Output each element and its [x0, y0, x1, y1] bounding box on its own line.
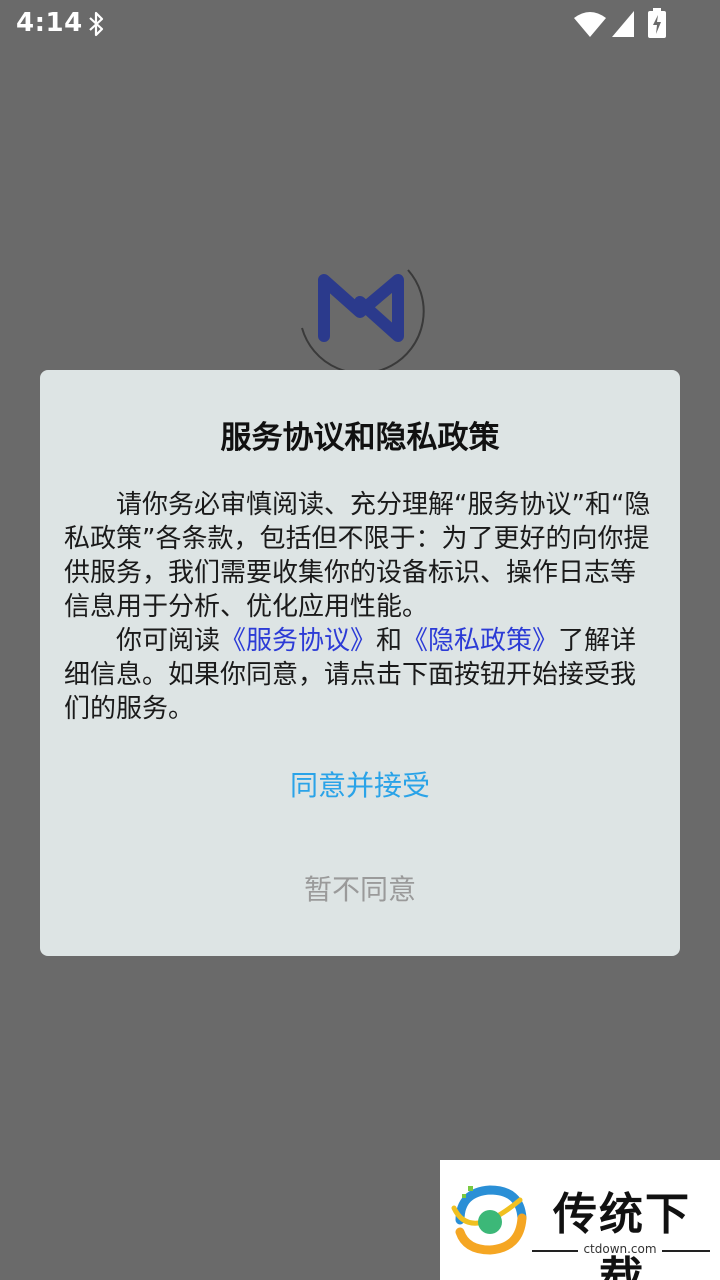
dialog-paragraph-1: 请你务必审慎阅读、充分理解“服务协议”和“隐私政策”各条款，包括但不限于：为了更…	[64, 490, 651, 622]
privacy-policy-link[interactable]: 《隐私政策》	[402, 626, 558, 656]
wifi-icon	[574, 12, 606, 37]
service-agreement-link[interactable]: 《服务协议》	[220, 626, 376, 656]
watermark-divider-left	[532, 1250, 578, 1252]
status-bar: 4:14	[0, 0, 720, 48]
bluetooth-icon	[89, 11, 104, 37]
decline-button[interactable]: 暂不同意	[240, 866, 480, 914]
watermark-divider-right	[662, 1250, 710, 1252]
m-logo-icon	[301, 269, 425, 372]
dialog-title: 服务协议和隐私政策	[220, 420, 500, 456]
watermark-url: ctdown.com	[583, 1242, 657, 1256]
status-time: 4:14	[16, 8, 83, 38]
paragraph-2-prefix: 你可阅读	[116, 626, 221, 656]
agree-button[interactable]: 同意并接受	[240, 762, 480, 810]
watermark: 传统下载 ctdown.com	[440, 1160, 720, 1280]
paragraph-2-conjunction: 和	[376, 626, 403, 656]
watermark-title: 传统下载	[553, 1189, 691, 1280]
dialog-paragraph-2: 你可阅读《服务协议》和《隐私政策》了解详细信息。如果你同意，请点击下面按钮开始接…	[64, 624, 656, 726]
watermark-logo-icon	[451, 1185, 527, 1255]
dialog-body: 请你务必审慎阅读、充分理解“服务协议”和“隐私政策”各条款，包括但不限于：为了更…	[64, 488, 656, 726]
battery-charging-icon	[648, 8, 666, 38]
signal-icon	[612, 11, 634, 37]
